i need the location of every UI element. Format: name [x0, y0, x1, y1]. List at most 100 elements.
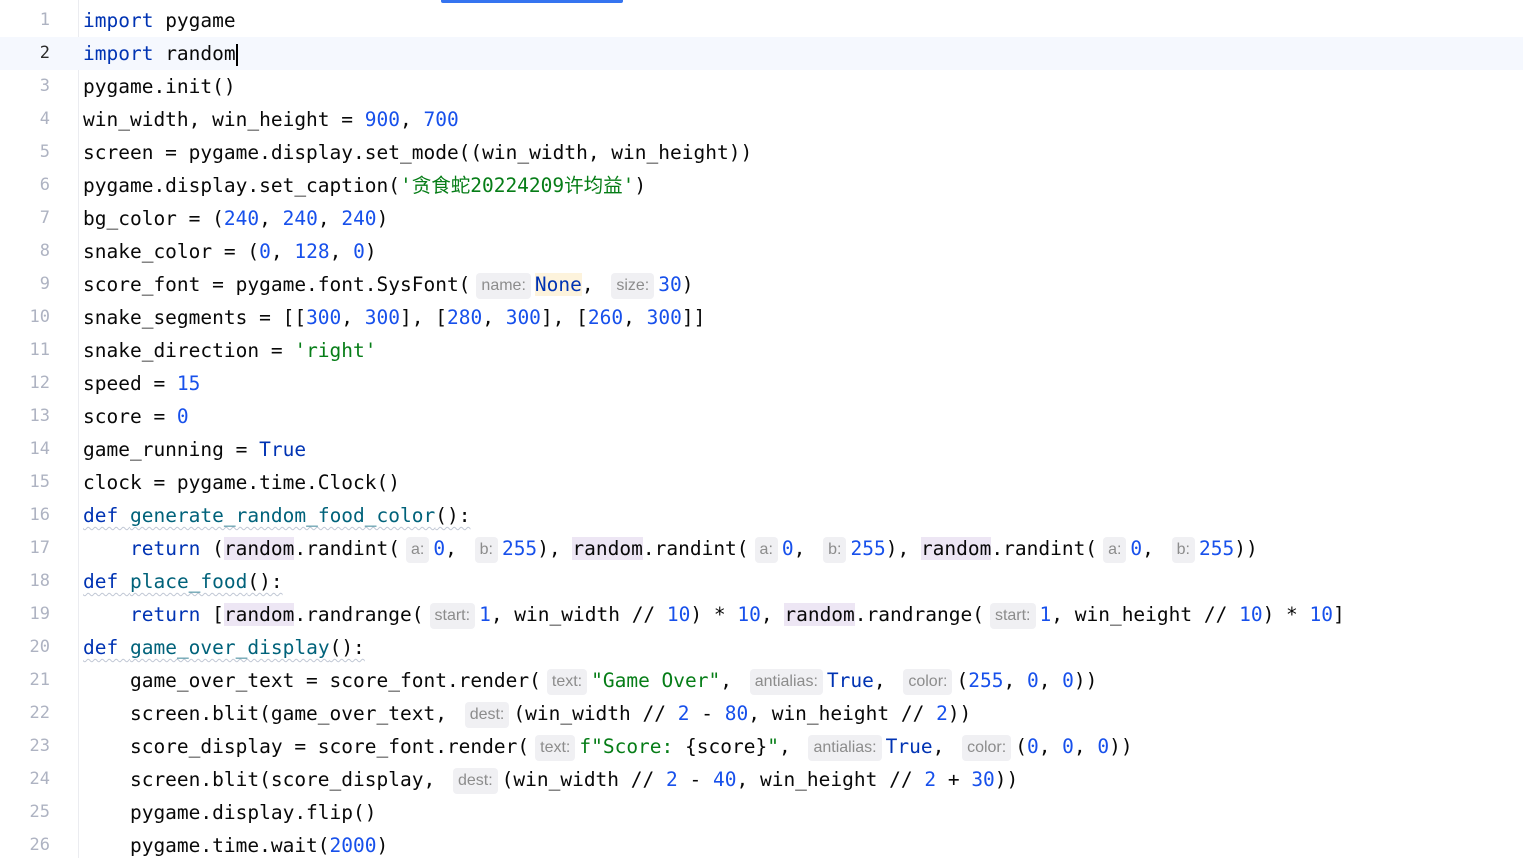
code-token: , — [932, 735, 957, 758]
code-token: - — [689, 702, 725, 725]
code-text[interactable]: screen.blit(game_over_text, dest: (win_wi… — [83, 697, 971, 730]
line-number: 7 — [39, 208, 50, 228]
code-text[interactable]: import random — [83, 37, 238, 70]
code-editor[interactable]: 1 import pygame 2 import random 3 pygame.init… — [0, 0, 1523, 858]
code-text[interactable]: screen = pygame.display.set_mode((win_wi… — [83, 136, 752, 169]
code-token: ), — [885, 537, 921, 560]
code-text[interactable]: game_over_text = score_font.render(text:… — [83, 664, 1097, 697]
code-area[interactable]: 1 import pygame 2 import random 3 pygame.init… — [0, 4, 1523, 862]
code-line[interactable]: 12 speed = 15 — [0, 367, 1523, 400]
code-line[interactable]: 18 def place_food(): — [0, 565, 1523, 598]
code-token: 300 — [646, 306, 682, 329]
parameter-hint: a: — [406, 537, 430, 563]
code-line[interactable]: 21 game_over_text = score_font.render(te… — [0, 664, 1523, 697]
line-number: 4 — [39, 109, 50, 129]
code-token: .randint( — [294, 537, 401, 560]
code-text[interactable]: pygame.time.wait(2000) — [83, 829, 388, 862]
code-line[interactable]: 5 screen = pygame.display.set_mode((win_w… — [0, 136, 1523, 169]
code-token: 255 — [968, 669, 1004, 692]
line-number: 1 — [39, 10, 50, 30]
code-line[interactable]: 25 pygame.display.flip() — [0, 796, 1523, 829]
code-token: , — [581, 273, 606, 296]
line-number: 8 — [39, 241, 50, 261]
code-text[interactable]: def place_food(): — [83, 565, 283, 598]
code-text[interactable]: import pygame — [83, 4, 236, 37]
code-text[interactable]: pygame.display.set_caption('贪食蛇20224209许… — [83, 169, 646, 202]
code-line[interactable]: 9 score_font = pygame.font.SysFont(name: N… — [0, 268, 1523, 301]
code-line[interactable]: 6 pygame.display.set_caption('贪食蛇20224209… — [0, 169, 1523, 202]
code-text[interactable]: snake_color = (0, 128, 0) — [83, 235, 377, 268]
code-line[interactable]: 24 screen.blit(score_display, dest: (win_… — [0, 763, 1523, 796]
code-token: screen = pygame.display.set_mode((win_wi… — [83, 141, 753, 164]
parameter-hint: color: — [903, 669, 953, 695]
parameter-hint: start: — [989, 603, 1036, 629]
code-line[interactable]: 16 def generate_random_food_color(): — [0, 499, 1523, 532]
code-token: .randrange( — [294, 603, 424, 626]
code-text[interactable]: score_font = pygame.font.SysFont(name: No… — [83, 268, 693, 301]
code-text[interactable]: screen.blit(score_display, dest: (win_wid… — [83, 763, 1018, 796]
code-token: 0 — [353, 240, 365, 263]
code-token: pygame — [153, 9, 236, 32]
code-token: ) * — [690, 603, 738, 626]
code-text[interactable]: pygame.display.flip() — [83, 796, 377, 829]
code-text[interactable]: score = 0 — [83, 400, 189, 433]
code-line[interactable]: 22 screen.blit(game_over_text, dest: (win… — [0, 697, 1523, 730]
code-line[interactable]: 8 snake_color = (0, 128, 0) — [0, 235, 1523, 268]
code-text[interactable]: snake_segments = [[300, 300], [280, 300]… — [83, 301, 705, 334]
code-token: snake_segments = [[ — [83, 306, 307, 329]
code-text[interactable]: bg_color = (240, 240, 240) — [83, 202, 388, 235]
code-token: 1 — [479, 603, 491, 626]
code-text[interactable]: clock = pygame.time.Clock() — [83, 466, 400, 499]
code-text[interactable]: pygame.init() — [83, 70, 236, 103]
code-text[interactable]: def generate_random_food_color(): — [83, 499, 470, 532]
code-token: , — [317, 207, 342, 230]
code-token: ], [ — [400, 306, 447, 329]
code-text[interactable]: return (random.randint(a: 0, b: 255), rand… — [83, 532, 1258, 565]
code-token: (): — [435, 504, 471, 527]
code-token: 300 — [364, 306, 401, 329]
code-line[interactable]: 19 return [random.randrange(start: 1, win… — [0, 598, 1523, 631]
parameter-hint: b: — [823, 537, 847, 563]
code-token: screen.blit(game_over_text, — [83, 702, 459, 725]
line-number: 9 — [39, 274, 50, 294]
code-token: score = — [83, 405, 177, 428]
code-line[interactable]: 20 def game_over_display(): — [0, 631, 1523, 664]
code-line[interactable]: 10 snake_segments = [[300, 300], [280, 30… — [0, 301, 1523, 334]
code-token: random — [223, 537, 295, 560]
code-token: game_over_text = score_font.render( — [83, 669, 541, 692]
code-line[interactable]: 7 bg_color = (240, 240, 240) — [0, 202, 1523, 235]
code-text[interactable]: def game_over_display(): — [83, 631, 365, 664]
code-line[interactable]: 4 win_width, win_height = 900, 700 — [0, 103, 1523, 136]
code-token: 10 — [1309, 603, 1334, 626]
code-line[interactable]: 3 pygame.init() — [0, 70, 1523, 103]
code-line[interactable]: 17 return (random.randint(a: 0, b: 255), r… — [0, 532, 1523, 565]
code-text[interactable]: game_running = True — [83, 433, 306, 466]
line-number: 19 — [29, 604, 50, 624]
code-token: True — [259, 438, 307, 461]
code-token: random — [920, 537, 992, 560]
code-text[interactable]: win_width, win_height = 900, 700 — [83, 103, 459, 136]
code-token: 255 — [850, 537, 886, 560]
code-token: , — [720, 669, 744, 692]
code-text[interactable]: score_display = score_font.render(text: f… — [83, 730, 1133, 763]
line-number: 15 — [29, 472, 50, 492]
code-token: score_font = pygame.font.SysFont( — [83, 273, 471, 296]
code-line[interactable]: 26 pygame.time.wait(2000) — [0, 829, 1523, 862]
code-line[interactable]: 2 import random — [0, 37, 1523, 70]
code-line[interactable]: 11 snake_direction = 'right' — [0, 334, 1523, 367]
code-line[interactable]: 13 score = 0 — [0, 400, 1523, 433]
code-text[interactable]: return [random.randrange(start: 1, win_wi… — [83, 598, 1345, 631]
code-text[interactable]: snake_direction = 'right' — [83, 334, 377, 367]
line-number: 24 — [29, 769, 50, 789]
code-token: bg_color = ( — [83, 207, 224, 230]
code-line[interactable]: 14 game_running = True — [0, 433, 1523, 466]
code-line[interactable]: 23 score_display = score_font.render(tex… — [0, 730, 1523, 763]
code-line[interactable]: 1 import pygame — [0, 4, 1523, 37]
code-token: pygame.init() — [83, 75, 236, 98]
code-line[interactable]: 15 clock = pygame.time.Clock() — [0, 466, 1523, 499]
parameter-hint: name: — [476, 273, 531, 299]
code-text[interactable]: speed = 15 — [83, 367, 200, 400]
